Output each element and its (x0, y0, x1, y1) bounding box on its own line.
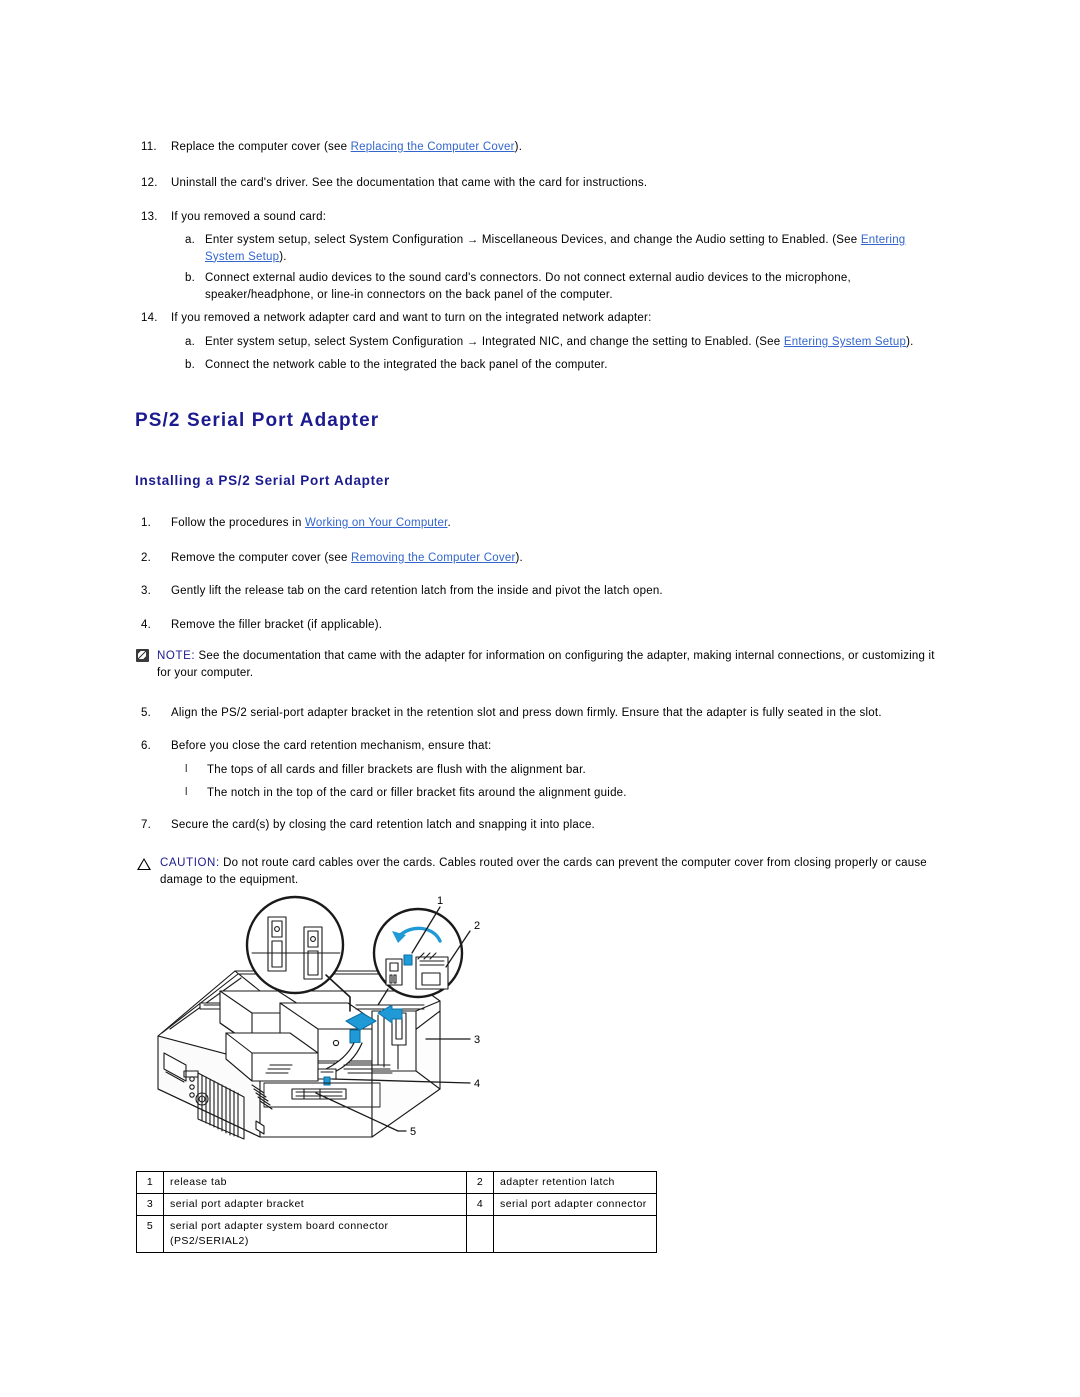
step-marker: a. (185, 336, 196, 348)
list-item: 7. Secure the card(s) by closing the car… (141, 817, 931, 834)
step-marker: b. (185, 272, 196, 284)
figure-callout-2: 2 (474, 920, 480, 932)
step-text: Connect external audio devices to the so… (205, 272, 851, 301)
bullet-text: The notch in the top of the card or fill… (207, 787, 627, 799)
list-item: l The tops of all cards and filler brack… (185, 762, 925, 779)
list-item: 1. Follow the procedures in Working on Y… (141, 515, 931, 532)
caution-callout: CAUTION: Do not route card cables over t… (136, 855, 948, 888)
step-text: Enter system setup, select System Config… (205, 336, 914, 348)
list-item: 3. Gently lift the release tab on the ca… (141, 583, 931, 600)
list-item: 6. Before you close the card retention m… (141, 738, 931, 755)
step-marker: 14. (141, 312, 158, 324)
step-text: Align the PS/2 serial-port adapter brack… (171, 707, 882, 719)
legend-label: release tab (163, 1170, 467, 1195)
step-text: Gently lift the release tab on the card … (171, 585, 663, 597)
step-text: Uninstall the card's driver. See the doc… (171, 177, 648, 189)
step-marker: 4. (141, 619, 152, 631)
figure-callout-5: 5 (410, 1126, 416, 1138)
note-keyword: NOTE: (157, 650, 196, 662)
list-item: 11. Replace the computer cover (see Repl… (141, 139, 931, 156)
list-item: 14. If you removed a network adapter car… (141, 310, 931, 327)
legend-label (493, 1215, 657, 1253)
list-item: b. Connect the network cable to the inte… (185, 357, 933, 374)
link-replacing-the-computer-cover[interactable]: Replacing the Computer Cover (351, 141, 515, 153)
step-text: Remove the computer cover (see Removing … (171, 552, 523, 564)
legend-number: 1 (136, 1170, 164, 1195)
legend-number (466, 1215, 494, 1253)
link-working-on-your-computer[interactable]: Working on Your Computer (305, 517, 448, 529)
bullet-text: The tops of all cards and filler bracket… (207, 764, 586, 776)
step-text: Connect the network cable to the integra… (205, 359, 608, 371)
note-callout: NOTE: See the documentation that came wi… (136, 648, 946, 681)
step-text: If you removed a network adapter card an… (171, 312, 652, 324)
legend-label: adapter retention latch (493, 1170, 657, 1195)
note-pencil-icon (136, 649, 149, 662)
list-item: 13. If you removed a sound card: (141, 209, 931, 226)
legend-number: 2 (466, 1170, 494, 1195)
page-title: PS/2 Serial Port Adapter (135, 410, 380, 431)
step-marker: 3. (141, 585, 152, 597)
step-text: Replace the computer cover (see Replacin… (171, 141, 523, 153)
legend-label: serial port adapter bracket (163, 1193, 467, 1217)
legend-number: 5 (136, 1215, 164, 1253)
step-marker: 12. (141, 177, 158, 189)
legend-label: serial port adapter connector (493, 1193, 657, 1217)
section-title: Installing a PS/2 Serial Port Adapter (135, 473, 390, 488)
figure-callout-4: 4 (474, 1078, 480, 1090)
table-row: 1 release tab 2 adapter retention latch (136, 1170, 657, 1195)
note-text: NOTE: See the documentation that came wi… (157, 650, 935, 679)
figure-callout-1: 1 (437, 895, 443, 907)
figure-callout-3: 3 (474, 1034, 480, 1046)
list-item: 12. Uninstall the card's driver. See the… (141, 175, 931, 192)
link-entering-system-setup[interactable]: Entering System Setup (784, 336, 906, 348)
list-item: 5. Align the PS/2 serial-port adapter br… (141, 705, 951, 722)
list-item: 2. Remove the computer cover (see Removi… (141, 550, 931, 567)
bullet-marker: l (185, 763, 188, 775)
list-item: l The notch in the top of the card or fi… (185, 785, 925, 802)
step-marker: 6. (141, 740, 152, 752)
link-removing-the-computer-cover[interactable]: Removing the Computer Cover (351, 552, 515, 564)
step-marker: 1. (141, 517, 152, 529)
list-item: b. Connect external audio devices to the… (185, 270, 945, 303)
bullet-marker: l (185, 786, 188, 798)
document-page: 11. Replace the computer cover (see Repl… (0, 0, 1080, 1397)
step-marker: 5. (141, 707, 152, 719)
caution-text: CAUTION: Do not route card cables over t… (160, 857, 927, 886)
step-marker: a. (185, 234, 196, 246)
table-row: 3 serial port adapter bracket 4 serial p… (136, 1193, 657, 1217)
figure-legend-table: 1 release tab 2 adapter retention latch … (136, 1170, 657, 1253)
legend-number: 3 (136, 1193, 164, 1217)
legend-label: serial port adapter system board connect… (163, 1215, 467, 1253)
list-item: a. Enter system setup, select System Con… (185, 232, 933, 265)
list-item: a. Enter system setup, select System Con… (185, 334, 933, 351)
step-text: If you removed a sound card: (171, 211, 327, 223)
table-row: 5 serial port adapter system board conne… (136, 1215, 657, 1253)
warning-triangle-icon (137, 858, 151, 870)
step-text: Follow the procedures in Working on Your… (171, 517, 451, 529)
step-marker: 11. (141, 141, 157, 153)
caution-keyword: CAUTION: (160, 857, 220, 869)
step-text: Remove the filler bracket (if applicable… (171, 619, 383, 631)
step-text: Before you close the card retention mech… (171, 740, 492, 752)
legend-number: 4 (466, 1193, 494, 1217)
step-marker: 13. (141, 211, 158, 223)
step-marker: b. (185, 359, 196, 371)
step-marker: 7. (141, 819, 152, 831)
step-marker: 2. (141, 552, 152, 564)
list-item: 4. Remove the filler bracket (if applica… (141, 617, 931, 634)
ps2-serial-port-adapter-installation-diagram: 1 2 3 4 5 (140, 893, 630, 1165)
step-text: Enter system setup, select System Config… (205, 234, 906, 263)
step-text: Secure the card(s) by closing the card r… (171, 819, 595, 831)
